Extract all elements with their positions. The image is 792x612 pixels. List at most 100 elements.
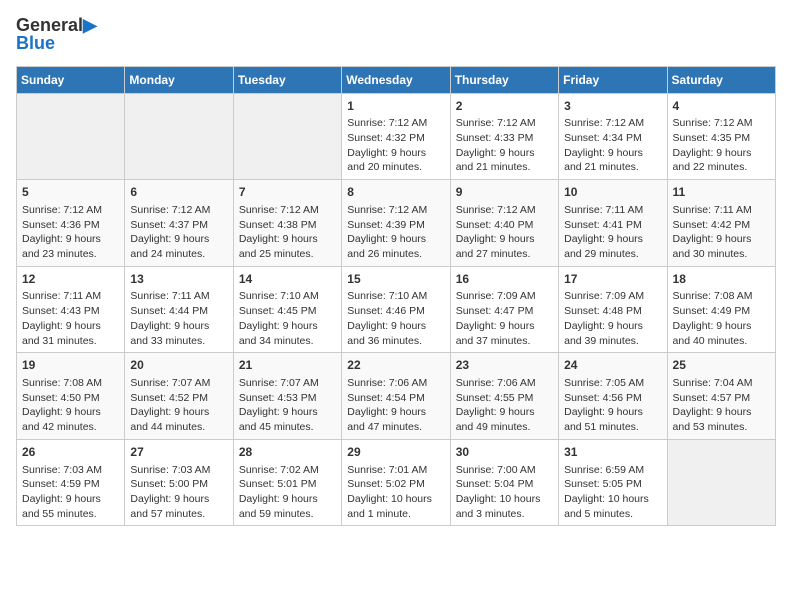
day-number: 5 — [22, 184, 119, 201]
week-row-3: 12Sunrise: 7:11 AM Sunset: 4:43 PM Dayli… — [17, 266, 776, 353]
day-number: 13 — [130, 271, 227, 288]
day-info: Sunrise: 7:04 AM Sunset: 4:57 PM Dayligh… — [673, 376, 770, 435]
day-info: Sunrise: 7:11 AM Sunset: 4:43 PM Dayligh… — [22, 289, 119, 348]
calendar-cell: 4Sunrise: 7:12 AM Sunset: 4:35 PM Daylig… — [667, 93, 775, 180]
day-number: 12 — [22, 271, 119, 288]
calendar-cell: 7 Sunrise: 7:12 AM Sunset: 4:38 PM Daylig… — [233, 180, 341, 267]
calendar-cell: 11 Sunrise: 7:11 AM Sunset: 4:42 PM Dayli… — [667, 180, 775, 267]
day-number: 27 — [130, 444, 227, 461]
day-number: 23 — [456, 357, 553, 374]
calendar-cell: 25 Sunrise: 7:04 AM Sunset: 4:57 PM Dayli… — [667, 353, 775, 440]
day-info: Sunrise: 6:59 AM Sunset: 5:05 PM Dayligh… — [564, 463, 661, 522]
calendar-cell: 12Sunrise: 7:11 AM Sunset: 4:43 PM Dayli… — [17, 266, 125, 353]
day-info: Sunrise: 7:12 AM Sunset: 4:34 PM Dayligh… — [564, 116, 661, 175]
calendar-cell: 23 Sunrise: 7:06 AM Sunset: 4:55 PM Dayli… — [450, 353, 558, 440]
day-number: 19 — [22, 357, 119, 374]
calendar-cell: 31 Sunrise: 6:59 AM Sunset: 5:05 PM Dayli… — [559, 439, 667, 526]
day-number: 6 — [130, 184, 227, 201]
day-number: 31 — [564, 444, 661, 461]
weekday-header-sunday: Sunday — [17, 66, 125, 93]
day-info: Sunrise: 7:02 AM Sunset: 5:01 PM Dayligh… — [239, 463, 336, 522]
calendar-cell — [667, 439, 775, 526]
day-info: Sunrise: 7:03 AM Sunset: 5:00 PM Dayligh… — [130, 463, 227, 522]
week-row-5: 26 Sunrise: 7:03 AM Sunset: 4:59 PM Dayli… — [17, 439, 776, 526]
day-info: Sunrise: 7:12 AM Sunset: 4:39 PM Dayligh… — [347, 203, 444, 262]
day-number: 26 — [22, 444, 119, 461]
day-number: 7 — [239, 184, 336, 201]
calendar-cell — [233, 93, 341, 180]
calendar-cell: 30 Sunrise: 7:00 AM Sunset: 5:04 PM Dayli… — [450, 439, 558, 526]
day-info: Sunrise: 7:08 AM Sunset: 4:49 PM Dayligh… — [673, 289, 770, 348]
calendar-cell: 22 Sunrise: 7:06 AM Sunset: 4:54 PM Dayli… — [342, 353, 450, 440]
calendar-cell: 21Sunrise: 7:07 AM Sunset: 4:53 PM Dayli… — [233, 353, 341, 440]
day-number: 4 — [673, 98, 770, 115]
day-info: Sunrise: 7:11 AM Sunset: 4:41 PM Dayligh… — [564, 203, 661, 262]
calendar-cell: 16Sunrise: 7:09 AM Sunset: 4:47 PM Dayli… — [450, 266, 558, 353]
weekday-header-tuesday: Tuesday — [233, 66, 341, 93]
calendar-cell: 26 Sunrise: 7:03 AM Sunset: 4:59 PM Dayli… — [17, 439, 125, 526]
day-info: Sunrise: 7:11 AM Sunset: 4:42 PM Dayligh… — [673, 203, 770, 262]
day-info: Sunrise: 7:05 AM Sunset: 4:56 PM Dayligh… — [564, 376, 661, 435]
week-row-1: 1Sunrise: 7:12 AM Sunset: 4:32 PM Daylig… — [17, 93, 776, 180]
day-number: 3 — [564, 98, 661, 115]
day-number: 2 — [456, 98, 553, 115]
day-number: 18 — [673, 271, 770, 288]
day-number: 9 — [456, 184, 553, 201]
day-number: 10 — [564, 184, 661, 201]
day-number: 24 — [564, 357, 661, 374]
weekday-header-saturday: Saturday — [667, 66, 775, 93]
calendar-cell: 5Sunrise: 7:12 AM Sunset: 4:36 PM Daylig… — [17, 180, 125, 267]
header-row: SundayMondayTuesdayWednesdayThursdayFrid… — [17, 66, 776, 93]
calendar-cell: 17Sunrise: 7:09 AM Sunset: 4:48 PM Dayli… — [559, 266, 667, 353]
day-info: Sunrise: 7:01 AM Sunset: 5:02 PM Dayligh… — [347, 463, 444, 522]
calendar-cell: 27 Sunrise: 7:03 AM Sunset: 5:00 PM Dayli… — [125, 439, 233, 526]
day-info: Sunrise: 7:09 AM Sunset: 4:48 PM Dayligh… — [564, 289, 661, 348]
day-number: 8 — [347, 184, 444, 201]
day-number: 28 — [239, 444, 336, 461]
logo-blue: Blue — [16, 34, 55, 54]
day-info: Sunrise: 7:10 AM Sunset: 4:46 PM Dayligh… — [347, 289, 444, 348]
day-info: Sunrise: 7:10 AM Sunset: 4:45 PM Dayligh… — [239, 289, 336, 348]
day-number: 17 — [564, 271, 661, 288]
calendar-cell: 13Sunrise: 7:11 AM Sunset: 4:44 PM Dayli… — [125, 266, 233, 353]
day-number: 22 — [347, 357, 444, 374]
day-info: Sunrise: 7:12 AM Sunset: 4:35 PM Dayligh… — [673, 116, 770, 175]
calendar-cell: 6Sunrise: 7:12 AM Sunset: 4:37 PM Daylig… — [125, 180, 233, 267]
week-row-4: 19 Sunrise: 7:08 AM Sunset: 4:50 PM Dayli… — [17, 353, 776, 440]
day-number: 30 — [456, 444, 553, 461]
day-info: Sunrise: 7:11 AM Sunset: 4:44 PM Dayligh… — [130, 289, 227, 348]
calendar-cell: 24 Sunrise: 7:05 AM Sunset: 4:56 PM Dayli… — [559, 353, 667, 440]
day-info: Sunrise: 7:12 AM Sunset: 4:38 PM Dayligh… — [239, 203, 336, 262]
day-info: Sunrise: 7:06 AM Sunset: 4:55 PM Dayligh… — [456, 376, 553, 435]
day-number: 20 — [130, 357, 227, 374]
calendar-cell: 10 Sunrise: 7:11 AM Sunset: 4:41 PM Dayli… — [559, 180, 667, 267]
calendar-cell: 19 Sunrise: 7:08 AM Sunset: 4:50 PM Dayli… — [17, 353, 125, 440]
weekday-header-thursday: Thursday — [450, 66, 558, 93]
day-info: Sunrise: 7:12 AM Sunset: 4:32 PM Dayligh… — [347, 116, 444, 175]
day-info: Sunrise: 7:00 AM Sunset: 5:04 PM Dayligh… — [456, 463, 553, 522]
day-number: 11 — [673, 184, 770, 201]
day-info: Sunrise: 7:03 AM Sunset: 4:59 PM Dayligh… — [22, 463, 119, 522]
day-number: 21 — [239, 357, 336, 374]
page-header: General▶ Blue — [16, 16, 776, 54]
calendar-cell — [125, 93, 233, 180]
calendar-cell: 18Sunrise: 7:08 AM Sunset: 4:49 PM Dayli… — [667, 266, 775, 353]
day-info: Sunrise: 7:08 AM Sunset: 4:50 PM Dayligh… — [22, 376, 119, 435]
calendar-cell: 1Sunrise: 7:12 AM Sunset: 4:32 PM Daylig… — [342, 93, 450, 180]
weekday-header-friday: Friday — [559, 66, 667, 93]
calendar-cell — [17, 93, 125, 180]
day-info: Sunrise: 7:07 AM Sunset: 4:52 PM Dayligh… — [130, 376, 227, 435]
calendar-cell: 8 Sunrise: 7:12 AM Sunset: 4:39 PM Daylig… — [342, 180, 450, 267]
weekday-header-monday: Monday — [125, 66, 233, 93]
calendar-cell: 2Sunrise: 7:12 AM Sunset: 4:33 PM Daylig… — [450, 93, 558, 180]
calendar-cell: 3Sunrise: 7:12 AM Sunset: 4:34 PM Daylig… — [559, 93, 667, 180]
weekday-header-wednesday: Wednesday — [342, 66, 450, 93]
day-info: Sunrise: 7:12 AM Sunset: 4:33 PM Dayligh… — [456, 116, 553, 175]
day-number: 16 — [456, 271, 553, 288]
calendar-cell: 29Sunrise: 7:01 AM Sunset: 5:02 PM Dayli… — [342, 439, 450, 526]
day-number: 25 — [673, 357, 770, 374]
day-info: Sunrise: 7:06 AM Sunset: 4:54 PM Dayligh… — [347, 376, 444, 435]
calendar-cell: 15Sunrise: 7:10 AM Sunset: 4:46 PM Dayli… — [342, 266, 450, 353]
calendar-cell: 20 Sunrise: 7:07 AM Sunset: 4:52 PM Dayli… — [125, 353, 233, 440]
week-row-2: 5Sunrise: 7:12 AM Sunset: 4:36 PM Daylig… — [17, 180, 776, 267]
